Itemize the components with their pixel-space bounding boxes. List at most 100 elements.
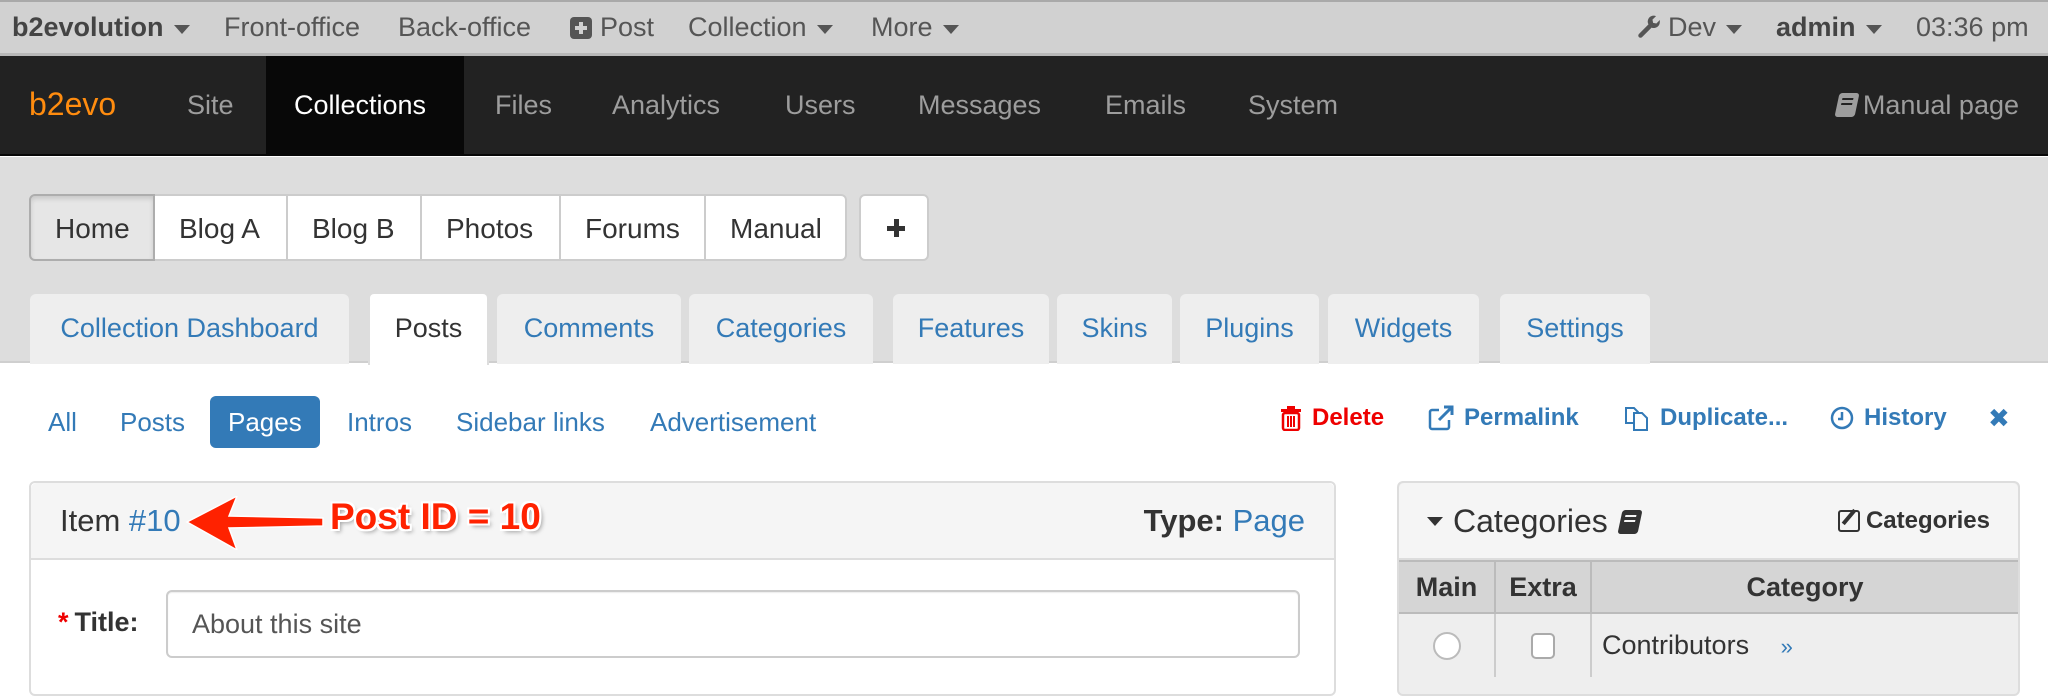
book-icon	[1834, 93, 1860, 117]
b2evo-logo[interactable]: b2evo	[29, 86, 116, 123]
extra-category-checkbox[interactable]	[1531, 632, 1555, 659]
history-button[interactable]: History	[1830, 400, 1947, 436]
chevron-down-icon	[942, 24, 959, 34]
plus-square-icon	[570, 16, 592, 39]
top-toolbar: b2evolution Front-office Back-office Pos…	[0, 0, 2048, 56]
category-link[interactable]: »	[1781, 634, 1793, 659]
clock-time: 03:36 pm	[1916, 12, 2029, 43]
delete-button[interactable]: Delete	[1280, 400, 1384, 436]
column-extra: Extra	[1495, 560, 1592, 614]
add-collection-button[interactable]	[859, 194, 929, 261]
type-label: Type:	[1143, 503, 1224, 538]
category-name: Contributors	[1602, 630, 1750, 660]
tab-settings[interactable]: Settings	[1500, 294, 1650, 364]
nav-emails[interactable]: Emails	[1077, 56, 1214, 154]
post-label: Post	[600, 12, 655, 42]
duplicate-button[interactable]: Duplicate...	[1624, 400, 1788, 436]
subtab-posts[interactable]: Posts	[102, 396, 203, 448]
categories-title: Categories	[1453, 503, 1608, 539]
subtab-advertisement[interactable]: Advertisement	[632, 396, 834, 448]
edit-icon	[1837, 510, 1860, 532]
nav-collections[interactable]: Collections	[266, 56, 464, 154]
edit-categories-link[interactable]: Categories	[1837, 507, 1990, 535]
item-label: Item	[60, 503, 121, 538]
categories-panel-header: Categories Categories	[1399, 483, 2018, 560]
tab-widgets[interactable]: Widgets	[1328, 294, 1479, 364]
user-menu[interactable]: admin	[1776, 12, 1882, 43]
collection-forums[interactable]: Forums	[561, 194, 706, 261]
collection-photos[interactable]: Photos	[422, 194, 561, 261]
dev-menu[interactable]: Dev	[1636, 12, 1743, 43]
collection-blog-b[interactable]: Blog B	[288, 194, 422, 261]
front-office-label: Front-office	[224, 12, 361, 42]
title-label-text: Title:	[74, 607, 139, 637]
categories-table: Main Extra Category Contributors »	[1399, 560, 2018, 677]
title-label: * Title:	[58, 607, 139, 638]
subtab-intros[interactable]: Intros	[329, 396, 430, 448]
subtab-sidebar-links[interactable]: Sidebar links	[438, 396, 623, 448]
category-cell: Contributors »	[1591, 613, 2018, 677]
brand-menu[interactable]: b2evolution	[12, 12, 190, 43]
tab-posts[interactable]: Posts	[368, 292, 489, 365]
nav-site[interactable]: Site	[159, 56, 262, 154]
wrench-icon	[1638, 15, 1660, 38]
more-menu[interactable]: More	[871, 12, 959, 43]
front-office-link[interactable]: Front-office	[224, 12, 360, 43]
nav-messages[interactable]: Messages	[890, 56, 1069, 154]
main-category-radio[interactable]	[1432, 631, 1461, 660]
tab-comments[interactable]: Comments	[497, 294, 681, 364]
annotation-arrow-icon	[185, 496, 324, 550]
collection-manual[interactable]: Manual	[706, 194, 847, 261]
main-navbar: b2evo Site Collections Files Analytics U…	[0, 56, 2048, 156]
chevron-down-icon	[173, 24, 190, 34]
categories-panel: Categories Categories Main Extra Categor…	[1397, 481, 2020, 696]
collection-selector: Home Blog A Blog B Photos Forums Manual	[29, 194, 847, 261]
tab-plugins[interactable]: Plugins	[1180, 294, 1319, 364]
column-category: Category	[1591, 560, 2018, 614]
chevron-down-icon	[1726, 24, 1743, 34]
permalink-button[interactable]: Permalink	[1428, 400, 1579, 436]
nav-system[interactable]: System	[1220, 56, 1366, 154]
table-row: Contributors »	[1399, 613, 2018, 677]
tab-features[interactable]: Features	[893, 294, 1049, 364]
item-id-link[interactable]: #10	[129, 503, 181, 538]
collection-header: Home Blog A Blog B Photos Forums Manual …	[0, 157, 2048, 365]
tab-categories[interactable]: Categories	[689, 294, 873, 364]
required-mark: *	[58, 607, 69, 637]
categories-toggle[interactable]: Categories	[1427, 503, 1646, 540]
column-main: Main	[1399, 560, 1496, 614]
collection-menu[interactable]: Collection	[688, 12, 833, 43]
item-title: Item #10	[60, 503, 181, 539]
nav-users[interactable]: Users	[757, 56, 884, 154]
item-type: Type: Page	[1144, 503, 1305, 539]
back-office-label: Back-office	[398, 12, 532, 42]
copy-icon	[1625, 407, 1648, 431]
time-label: 03:36 pm	[1916, 12, 2029, 42]
clock-icon	[1830, 406, 1854, 430]
back-office-link[interactable]: Back-office	[398, 12, 531, 43]
manual-page-link[interactable]: Manual page	[1834, 56, 2019, 154]
collection-home[interactable]: Home	[29, 194, 155, 261]
caret-down-icon	[1427, 517, 1443, 526]
book-icon[interactable]	[1617, 509, 1643, 534]
chevron-down-icon	[1865, 24, 1882, 34]
permalink-label: Permalink	[1464, 404, 1579, 431]
new-post-link[interactable]: Post	[570, 12, 654, 43]
type-value-link[interactable]: Page	[1233, 503, 1305, 538]
trash-icon	[1281, 406, 1301, 431]
dev-label: Dev	[1668, 12, 1717, 42]
close-icon[interactable]: ✖	[1988, 400, 2010, 436]
nav-analytics[interactable]: Analytics	[584, 56, 748, 154]
subtab-pages[interactable]: Pages	[210, 396, 320, 448]
nav-files[interactable]: Files	[467, 56, 580, 154]
tab-skins[interactable]: Skins	[1057, 294, 1172, 364]
extra-cell	[1495, 613, 1592, 677]
history-label: History	[1864, 404, 1947, 431]
subtab-all[interactable]: All	[30, 396, 95, 448]
brand-label: b2evolution	[12, 12, 164, 42]
title-input[interactable]	[166, 590, 1300, 658]
collection-blog-a[interactable]: Blog A	[155, 194, 288, 261]
more-label: More	[871, 12, 933, 42]
tab-collection-dashboard[interactable]: Collection Dashboard	[30, 294, 349, 364]
chevron-down-icon	[816, 24, 833, 34]
